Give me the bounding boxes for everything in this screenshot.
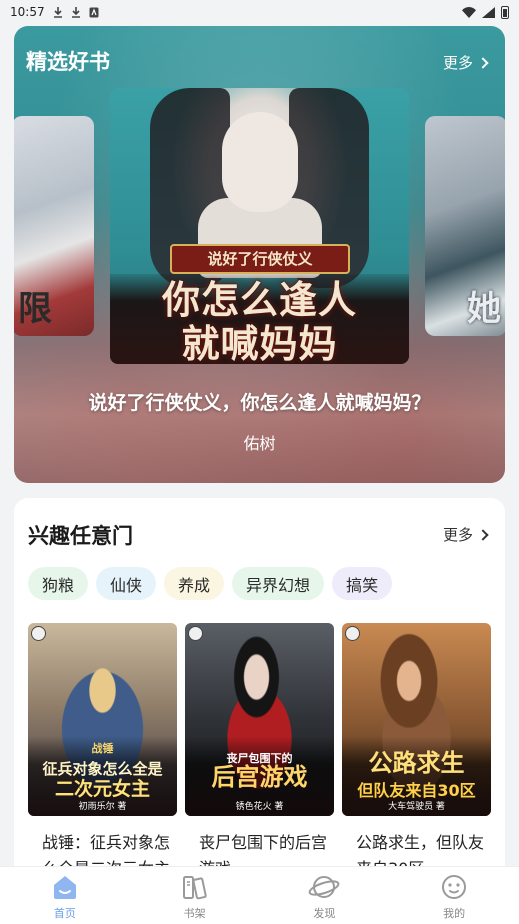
featured-book-author: 佑树 bbox=[243, 434, 276, 453]
cover-banner: 说好了行侠仗义 bbox=[170, 244, 350, 274]
battery-icon bbox=[501, 5, 509, 19]
tag-chip[interactable]: 仙侠 bbox=[96, 567, 157, 600]
tag-label: 异界幻想 bbox=[246, 575, 311, 595]
profile-face-icon bbox=[442, 874, 467, 899]
side-cover-left[interactable]: 限 bbox=[14, 116, 94, 336]
side-cover-right[interactable]: 她 bbox=[425, 116, 505, 336]
featured-books-card[interactable]: 限 她 说好了行侠仗义 你怎么逢人 就喊妈妈 精选好书 更多 说好了行侠仗义，你… bbox=[14, 26, 505, 483]
cover-big-text: 公路求生 bbox=[368, 749, 465, 777]
nav-label-discover: 发现 bbox=[313, 906, 336, 920]
cover-caption: 丧尸包围下的 后宫游戏 锈色花火 著 bbox=[185, 736, 334, 816]
bookshelf-icon bbox=[182, 875, 207, 899]
tag-chip[interactable]: 养成 bbox=[164, 567, 225, 600]
cover-big-text: 后宫游戏 bbox=[211, 763, 308, 791]
nav-label-home: 首页 bbox=[53, 906, 76, 920]
book-card[interactable]: 丧尸包围下的 后宫游戏 锈色花火 著 丧尸包围下的后宫游戏 bbox=[185, 623, 334, 882]
cover-small-text: 战锤 bbox=[91, 742, 114, 755]
wifi-icon bbox=[462, 6, 476, 18]
book-cover[interactable]: 公路求生 但队友来自30区 大车驾驶员 著 bbox=[342, 623, 491, 816]
chevron-right-icon bbox=[477, 528, 489, 541]
cover-caption: 公路求生 但队友来自30区 大车驾驶员 著 bbox=[342, 736, 491, 816]
interest-more-link[interactable]: 更多 bbox=[442, 524, 489, 545]
publisher-logo-icon bbox=[345, 626, 360, 641]
home-icon bbox=[53, 875, 76, 899]
tag-label: 狗粮 bbox=[42, 575, 75, 595]
nav-item-profile[interactable]: 我的 bbox=[389, 867, 519, 924]
cover-caption: 战锤 征兵对象怎么全是 二次元女主 初雨乐尔 著 bbox=[28, 736, 177, 816]
nav-item-discover[interactable]: 发现 bbox=[260, 867, 390, 924]
featured-more-link[interactable]: 更多 bbox=[442, 52, 489, 73]
cover-title: 你怎么逢人 就喊妈妈 bbox=[110, 274, 409, 364]
tag-label: 养成 bbox=[178, 575, 211, 595]
book-cover[interactable]: 丧尸包围下的 后宫游戏 锈色花火 著 bbox=[185, 623, 334, 816]
book-cover[interactable]: 战锤 征兵对象怎么全是 二次元女主 初雨乐尔 著 bbox=[28, 623, 177, 816]
nav-item-home[interactable]: 首页 bbox=[0, 867, 130, 924]
cover-title-line1: 你怎么逢人 bbox=[161, 277, 357, 322]
cover-author: 初雨乐尔 著 bbox=[78, 802, 127, 812]
book-card[interactable]: 战锤 征兵对象怎么全是 二次元女主 初雨乐尔 著 战锤：征兵对象怎么全是二次元女… bbox=[28, 623, 177, 882]
cover-author: 锈色花火 著 bbox=[235, 802, 284, 812]
signal-icon bbox=[482, 6, 495, 18]
cover-author: 大车驾驶员 著 bbox=[388, 802, 445, 812]
tag-chip[interactable]: 搞笑 bbox=[332, 567, 393, 600]
tag-label: 搞笑 bbox=[346, 575, 379, 595]
featured-book-cover[interactable]: 说好了行侠仗义 你怎么逢人 就喊妈妈 bbox=[110, 88, 409, 364]
tag-chip[interactable]: 异界幻想 bbox=[232, 567, 325, 600]
download-icon bbox=[71, 6, 80, 18]
cover-art bbox=[222, 112, 298, 212]
nav-label-bookshelf: 书架 bbox=[183, 906, 206, 920]
side-cover-left-text: 限 bbox=[18, 289, 52, 329]
nav-label-profile: 我的 bbox=[443, 906, 466, 920]
cover-title-line2: 就喊妈妈 bbox=[181, 321, 338, 365]
nav-item-bookshelf[interactable]: 书架 bbox=[130, 867, 260, 924]
side-cover-right-text: 她 bbox=[467, 289, 501, 329]
download-icon bbox=[53, 6, 62, 18]
interest-tags: 狗粮 仙侠 养成 异界幻想 搞笑 bbox=[28, 567, 393, 600]
tag-chip[interactable]: 狗粮 bbox=[28, 567, 89, 600]
chevron-right-icon bbox=[477, 56, 489, 69]
status-bar: 10:57 bbox=[0, 0, 519, 24]
featured-book-name[interactable]: 说好了行侠仗义，你怎么逢人就喊妈妈？ bbox=[14, 388, 505, 415]
tag-label: 仙侠 bbox=[110, 575, 143, 595]
featured-more-label: 更多 bbox=[442, 54, 473, 72]
interest-more-label: 更多 bbox=[442, 526, 473, 544]
interest-section: 兴趣任意门 更多 狗粮 仙侠 养成 异界幻想 搞笑 战锤 征兵对象怎么全是 二次… bbox=[14, 498, 505, 924]
book-card[interactable]: 公路求生 但队友来自30区 大车驾驶员 著 公路求生，但队友来自30区 bbox=[342, 623, 491, 882]
planet-icon bbox=[309, 875, 340, 898]
notification-a-icon bbox=[89, 7, 99, 17]
bottom-nav: 首页 书架 发现 我的 bbox=[0, 866, 519, 924]
interest-section-title: 兴趣任意门 bbox=[28, 524, 133, 548]
publisher-logo-icon bbox=[188, 626, 203, 641]
cover-big-text-2: 二次元女主 bbox=[54, 778, 150, 800]
publisher-logo-icon bbox=[31, 626, 46, 641]
cover-big-text: 征兵对象怎么全是 bbox=[42, 760, 163, 778]
featured-section-title: 精选好书 bbox=[26, 50, 110, 74]
status-time: 10:57 bbox=[10, 5, 45, 19]
